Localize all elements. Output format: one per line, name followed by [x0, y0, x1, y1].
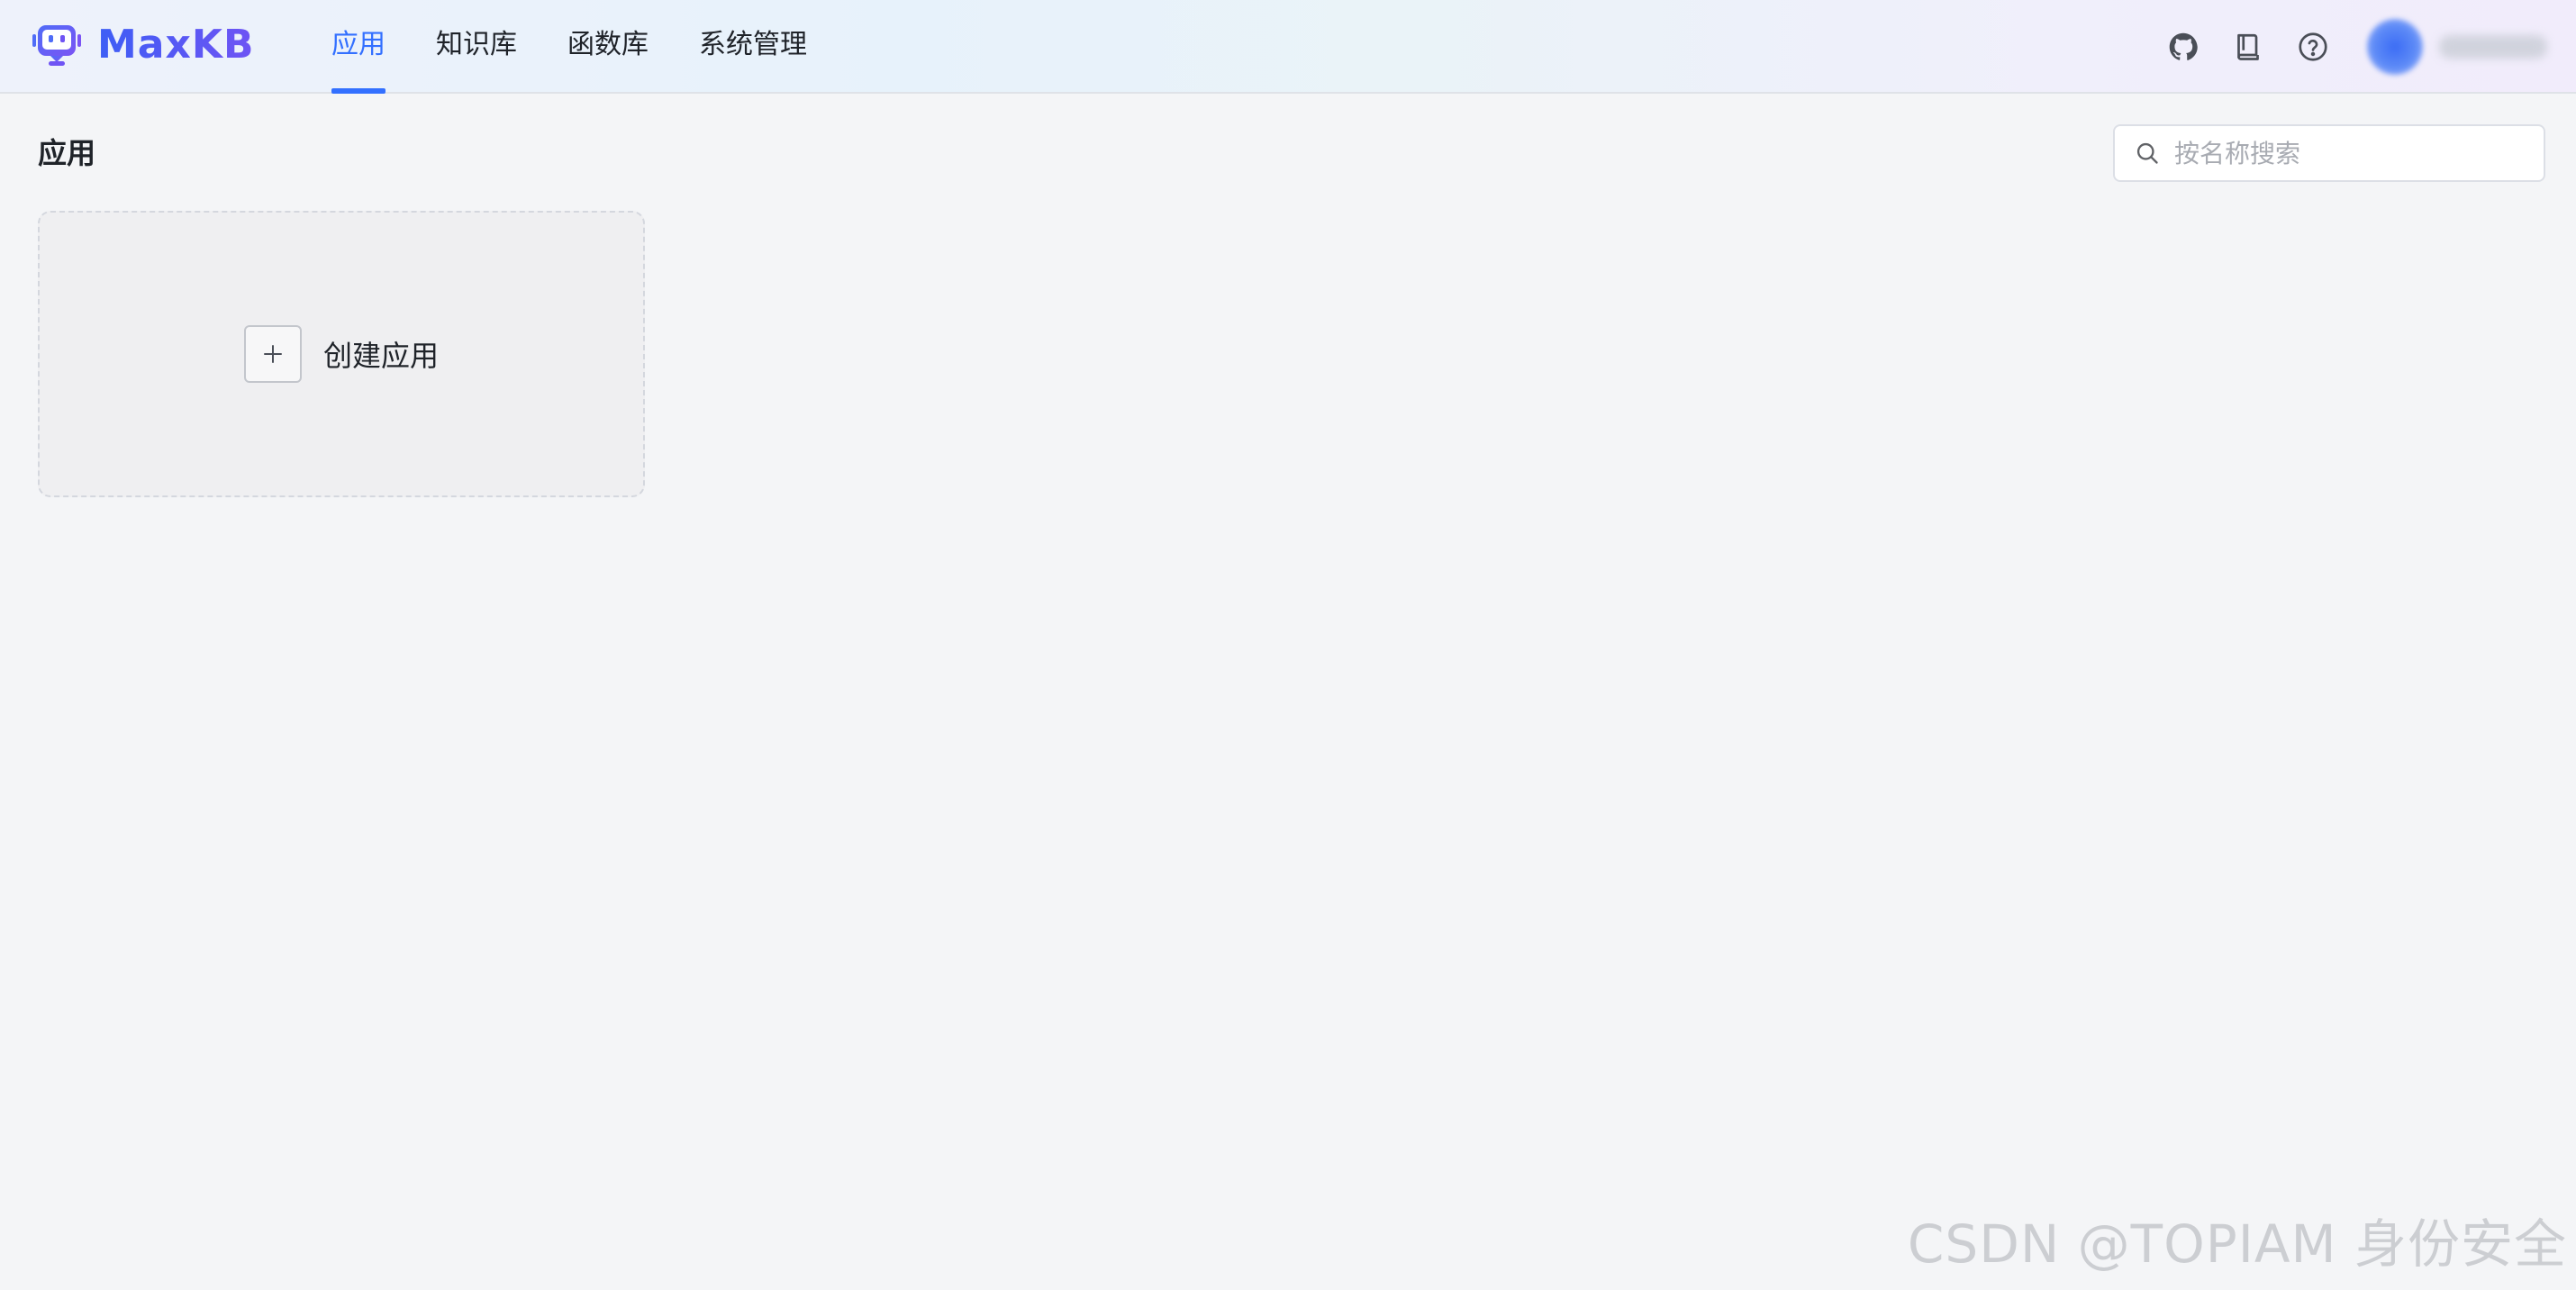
header-actions [2165, 0, 2576, 94]
create-application-card[interactable]: 创建应用 [38, 211, 645, 497]
logo-text: MaxKB [97, 20, 255, 70]
search-box [2113, 124, 2545, 182]
watermark: CSDN @TOPIAM 身份安全 [1907, 1213, 2567, 1275]
app-logo[interactable]: MaxKB [29, 20, 255, 70]
nav-tab-function-library[interactable]: 函数库 [567, 0, 649, 94]
help-icon[interactable] [2295, 29, 2331, 65]
plus-icon [243, 325, 302, 383]
main-nav: 应用 知识库 函数库 系统管理 [331, 0, 857, 94]
search-input[interactable] [2172, 137, 2536, 169]
page-title: 应用 [38, 136, 96, 170]
avatar [2367, 19, 2423, 75]
nav-tab-system-management[interactable]: 系统管理 [699, 0, 807, 94]
nav-tab-applications[interactable]: 应用 [331, 0, 385, 94]
book-icon[interactable] [2230, 29, 2266, 65]
user-menu[interactable] [2360, 0, 2576, 94]
top-header: MaxKB 应用 知识库 函数库 系统管理 [0, 0, 2576, 94]
nav-tab-knowledge-base[interactable]: 知识库 [436, 0, 517, 94]
search-icon [2135, 141, 2160, 166]
create-application-label: 创建应用 [322, 339, 439, 373]
github-icon[interactable] [2165, 29, 2201, 65]
robot-logo-icon [29, 22, 85, 68]
user-name-blurred [2439, 35, 2547, 59]
